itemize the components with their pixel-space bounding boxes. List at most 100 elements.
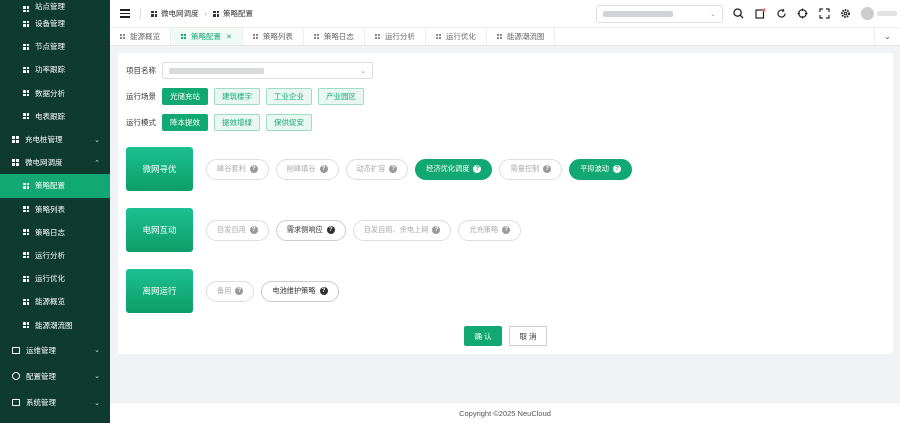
help-icon[interactable]: ? <box>249 226 258 234</box>
notification-icon[interactable] <box>754 7 766 19</box>
breadcrumb-item[interactable]: 微电网调度 <box>161 8 199 19</box>
grid-icon <box>23 252 29 259</box>
refresh-icon[interactable] <box>775 7 787 19</box>
redacted-user-name[interactable] <box>877 11 897 16</box>
help-icon[interactable]: ? <box>249 165 258 173</box>
grid-icon <box>23 66 29 73</box>
help-icon[interactable]: ? <box>612 165 621 173</box>
strategy-option-pill[interactable]: 自发自用、余电上网? <box>352 219 452 241</box>
close-icon[interactable]: ✕ <box>226 33 232 41</box>
help-icon[interactable]: ? <box>432 226 441 234</box>
mode-label: 运行模式 <box>126 118 156 127</box>
mode-option-button[interactable]: 降本提效 <box>162 114 208 131</box>
tab-label: 策略配置 <box>191 32 221 41</box>
scene-row: 运行场景 光储充站 建筑楼宇 工业企业 产业园区 <box>126 88 370 105</box>
help-icon[interactable]: ? <box>319 165 328 173</box>
strategy-option-pill[interactable]: 备用? <box>206 280 255 302</box>
strategy-option-pill[interactable]: 动态扩容? <box>345 158 409 180</box>
confirm-button[interactable]: 确 认 <box>464 326 502 346</box>
strategy-option-pill[interactable]: 自发自用? <box>206 219 269 241</box>
sidebar-item-label: 能源概览 <box>35 297 65 307</box>
grid-icon <box>12 136 19 144</box>
project-row: 项目名称 ⌄ <box>126 62 373 79</box>
cancel-button[interactable]: 取 消 <box>509 326 547 346</box>
mode-row: 运行模式 降本提效 提效增绿 保供促安 <box>126 114 318 131</box>
strategy-option-pill[interactable]: 光充策略? <box>458 219 522 241</box>
scene-option-button[interactable]: 工业企业 <box>266 88 312 105</box>
help-icon[interactable]: ? <box>326 226 335 234</box>
strategy-option-pill[interactable]: 平抑波动? <box>569 158 632 180</box>
strategy-category-button[interactable]: 微网寻优 <box>126 147 193 191</box>
help-icon[interactable]: ? <box>473 165 482 173</box>
sidebar-item[interactable]: 功率跟踪 <box>0 58 110 81</box>
help-icon[interactable]: ? <box>235 287 244 295</box>
sidebar-item[interactable]: 策略日志 <box>0 221 110 244</box>
tab-label: 能源潮流图 <box>506 32 545 41</box>
sidebar-group-microgrid[interactable]: 微电网调度 ⌃ <box>0 151 110 174</box>
help-icon[interactable]: ? <box>389 165 398 173</box>
scene-option-button[interactable]: 建筑楼宇 <box>214 88 260 105</box>
help-icon[interactable]: ? <box>319 287 328 295</box>
tab[interactable]: 运行优化 <box>426 28 487 45</box>
redacted-project-value <box>169 67 264 74</box>
strategy-category-button[interactable]: 离网运行 <box>126 269 193 313</box>
search-icon[interactable] <box>732 7 744 19</box>
chevron-down-icon: ⌄ <box>710 11 716 18</box>
sidebar-item-station[interactable]: 站点管理 <box>0 0 110 12</box>
sidebar-group-config[interactable]: 配置管理 ⌄ <box>0 365 110 388</box>
sidebar-item[interactable]: 设备管理 <box>0 12 110 35</box>
sidebar-item[interactable]: 策略列表 <box>0 198 110 221</box>
strategy-option-pill[interactable]: 峰谷套利? <box>206 158 269 180</box>
project-switcher-select[interactable]: ⌄ <box>596 5 723 23</box>
strategy-category-button[interactable]: 电网互动 <box>126 208 193 252</box>
scene-option-button[interactable]: 产业园区 <box>318 88 364 105</box>
tab[interactable]: 能源概览 <box>110 28 171 45</box>
tab[interactable]: 策略配置 ✕ <box>171 28 243 45</box>
target-icon[interactable] <box>796 7 808 19</box>
tab[interactable]: 运行分析 <box>365 28 426 45</box>
menu-toggle-icon[interactable] <box>120 9 130 18</box>
chevron-down-icon: ⌄ <box>94 399 100 407</box>
sidebar-item[interactable]: 运行分析 <box>0 244 110 267</box>
sidebar-item[interactable]: 能源概览 <box>0 290 110 313</box>
sidebar-item[interactable]: 运行优化 <box>0 267 110 290</box>
grid-icon <box>23 229 29 236</box>
user-avatar[interactable] <box>861 7 874 20</box>
strategy-option-pill[interactable]: 经济优化调度? <box>415 158 493 180</box>
tab[interactable]: 能源潮流图 <box>487 28 556 45</box>
sidebar-item[interactable]: 能源潮流图 <box>0 313 110 336</box>
scene-option-button[interactable]: 光储充站 <box>162 88 208 105</box>
sidebar-group-ops[interactable]: 运维管理 ⌄ <box>0 339 110 362</box>
sidebar-item-label: 电表跟踪 <box>35 111 65 121</box>
strategy-config-panel: 项目名称 ⌄ 运行场景 光储充站 建筑楼宇 工业企业 产业园区 运行模式 降本提效 提效… <box>118 53 893 354</box>
tab[interactable]: 策略日志 <box>304 28 365 45</box>
sidebar-item[interactable]: 节点管理 <box>0 35 110 58</box>
sidebar-group-label: 系统管理 <box>26 398 56 408</box>
strategy-option-label: 动态扩容 <box>356 164 386 173</box>
project-label: 项目名称 <box>126 66 156 75</box>
strategy-option-pill[interactable]: 削峰填谷? <box>275 158 339 180</box>
strategy-option-pill[interactable]: 需量控制? <box>499 158 563 180</box>
sidebar-item-label: 数据分析 <box>35 88 65 98</box>
gear-icon <box>12 372 20 381</box>
sidebar-item[interactable]: 策略配置 <box>0 174 110 198</box>
top-header: 微电网调度 › 策略配置 ⌄ <box>110 0 900 28</box>
tab[interactable]: 策略列表 <box>243 28 304 45</box>
strategy-option-pill[interactable]: 需求侧响应? <box>275 219 346 241</box>
sidebar-item[interactable]: 数据分析 <box>0 82 110 105</box>
tab-label: 能源概览 <box>130 32 160 41</box>
help-icon[interactable]: ? <box>543 165 552 173</box>
settings-gear-icon[interactable] <box>839 7 851 19</box>
mode-option-button[interactable]: 提效增绿 <box>214 114 260 131</box>
strategy-option-label: 峰谷套利 <box>217 164 246 173</box>
help-icon[interactable]: ? <box>502 226 511 234</box>
sidebar-item[interactable]: 电表跟踪 <box>0 105 110 128</box>
project-select[interactable]: ⌄ <box>162 62 373 79</box>
tabs-more-chevron-icon[interactable]: ⌄ <box>874 28 900 45</box>
grid-icon <box>23 20 29 27</box>
mode-option-button[interactable]: 保供促安 <box>266 114 312 131</box>
fullscreen-icon[interactable] <box>818 7 830 19</box>
sidebar-group-charging[interactable]: 充电桩管理 ⌄ <box>0 128 110 151</box>
strategy-option-pill[interactable]: 电池维护策略? <box>261 280 339 302</box>
sidebar-group-system[interactable]: 系统管理 ⌄ <box>0 391 110 414</box>
